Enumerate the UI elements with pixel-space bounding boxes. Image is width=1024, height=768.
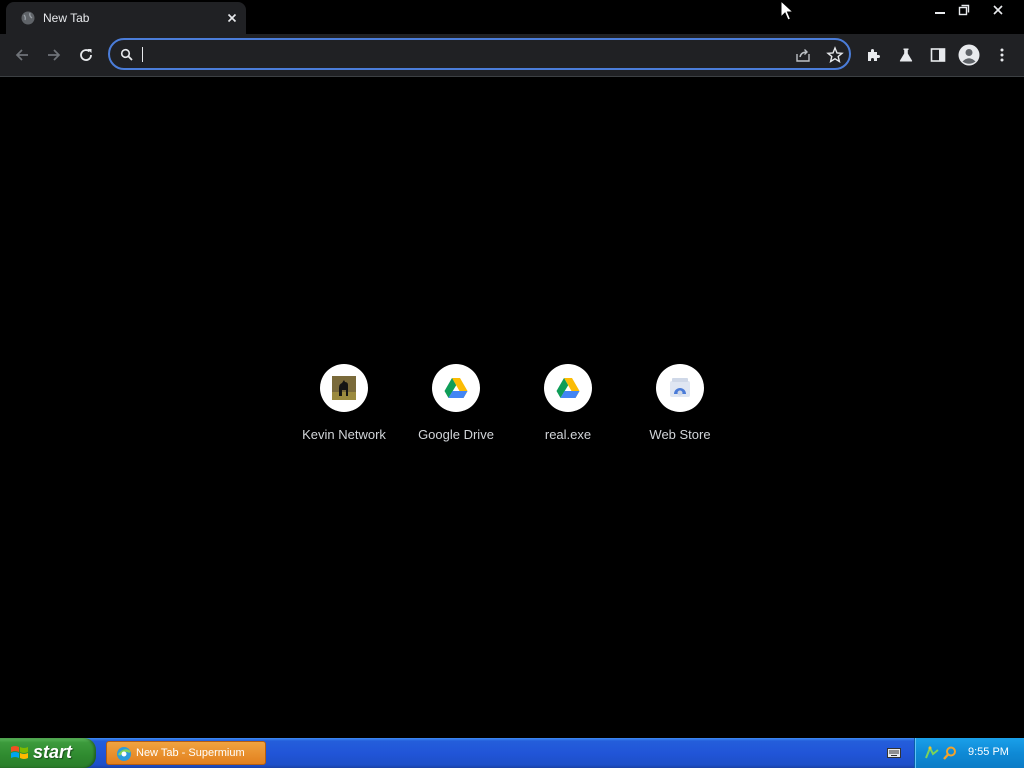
shortcut-label: Kevin Network (302, 427, 386, 442)
profile-button[interactable] (957, 43, 981, 67)
text-caret (142, 47, 143, 62)
keyboard-icon[interactable] (887, 747, 901, 759)
address-bar[interactable] (108, 38, 851, 70)
menu-button[interactable] (990, 43, 1014, 67)
tab-new-tab[interactable]: New Tab (6, 2, 246, 34)
restore-icon (958, 4, 970, 16)
shortcut-web-store[interactable]: Web Store (624, 364, 736, 448)
side-panel-icon (930, 48, 946, 62)
search-icon (120, 48, 133, 61)
more-vert-icon (1000, 48, 1004, 62)
reload-button[interactable] (74, 43, 98, 67)
address-input[interactable] (140, 45, 784, 65)
puzzle-piece-icon (868, 49, 880, 61)
minimize-button[interactable] (928, 0, 952, 20)
shortcut-label: Web Store (649, 427, 711, 442)
shortcut-google-drive[interactable]: Google Drive (400, 364, 512, 448)
horse-thumbnail-icon (332, 376, 356, 400)
start-button[interactable]: start (0, 738, 96, 768)
reload-icon (80, 49, 92, 61)
shortcut-kevin-network[interactable]: Kevin Network (288, 364, 400, 448)
taskbar-item-label: New Tab - Supermium (136, 747, 245, 759)
share-icon[interactable] (794, 46, 812, 64)
shortcut-grid: Kevin Network Google Drive real.exe Web … (288, 364, 736, 454)
extensions-button[interactable] (862, 43, 886, 67)
system-tray: 9:55 PM (914, 738, 1024, 768)
shortcut-icon-circle (432, 364, 480, 412)
window-close-button[interactable] (986, 0, 1010, 20)
back-arrow-icon (15, 49, 28, 61)
minimize-icon (935, 12, 945, 14)
close-icon[interactable] (224, 10, 240, 26)
close-icon (993, 5, 1003, 15)
browser-toolbar (0, 34, 1024, 77)
tab-strip: New Tab (0, 0, 1024, 34)
shortcut-icon-circle (544, 364, 592, 412)
web-store-icon (670, 378, 690, 397)
browser-app-icon (117, 747, 131, 761)
forward-arrow-icon (48, 49, 61, 61)
shortcut-label: real.exe (544, 427, 592, 442)
shortcut-icon-circle (320, 364, 368, 412)
forward-button[interactable] (42, 43, 66, 67)
shortcut-label: Google Drive (418, 427, 494, 442)
labs-button[interactable] (894, 43, 918, 67)
star-icon[interactable] (826, 46, 844, 64)
restore-button[interactable] (952, 0, 976, 20)
taskbar-item-supermium[interactable]: New Tab - Supermium (106, 741, 266, 765)
shortcut-icon-circle (656, 364, 704, 412)
flask-icon (899, 48, 913, 62)
back-button[interactable] (10, 43, 34, 67)
network-icon[interactable] (924, 745, 940, 761)
mouse-pointer-icon (780, 0, 794, 21)
google-drive-icon (444, 378, 468, 398)
windows-flag-icon (11, 746, 28, 759)
google-drive-icon (556, 378, 580, 398)
taskbar: start New Tab - Supermium 9:55 PM (0, 738, 1024, 768)
avatar-icon (958, 44, 980, 66)
side-panel-button[interactable] (926, 43, 950, 67)
shortcut-real-exe[interactable]: real.exe (512, 364, 624, 448)
start-label: start (33, 742, 73, 762)
globe-icon (21, 11, 35, 25)
clock: 9:55 PM (968, 746, 1009, 758)
tab-title: New Tab (43, 11, 90, 25)
search-icon[interactable] (942, 745, 958, 761)
